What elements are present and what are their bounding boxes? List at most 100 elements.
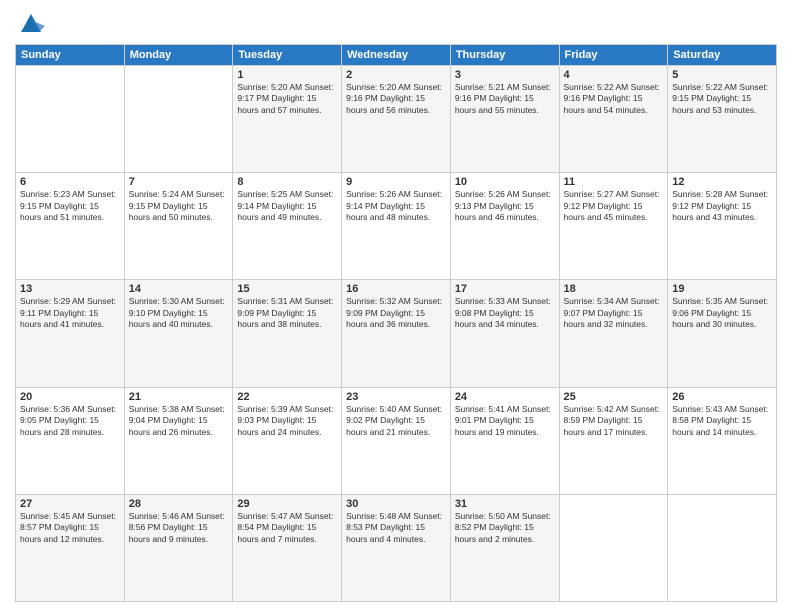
day-number: 22	[237, 391, 337, 403]
day-info: Sunrise: 5:33 AM Sunset: 9:08 PM Dayligh…	[455, 296, 555, 330]
weekday-header-tuesday: Tuesday	[233, 45, 342, 66]
day-cell: 29Sunrise: 5:47 AM Sunset: 8:54 PM Dayli…	[233, 494, 342, 601]
day-number: 12	[672, 176, 772, 188]
day-cell: 4Sunrise: 5:22 AM Sunset: 9:16 PM Daylig…	[559, 66, 668, 173]
day-info: Sunrise: 5:42 AM Sunset: 8:59 PM Dayligh…	[564, 404, 664, 438]
week-row-3: 13Sunrise: 5:29 AM Sunset: 9:11 PM Dayli…	[16, 280, 777, 387]
day-number: 11	[564, 176, 664, 188]
weekday-header-thursday: Thursday	[450, 45, 559, 66]
day-cell: 19Sunrise: 5:35 AM Sunset: 9:06 PM Dayli…	[668, 280, 777, 387]
day-number: 8	[237, 176, 337, 188]
day-number: 21	[129, 391, 229, 403]
day-cell: 30Sunrise: 5:48 AM Sunset: 8:53 PM Dayli…	[342, 494, 451, 601]
day-cell: 15Sunrise: 5:31 AM Sunset: 9:09 PM Dayli…	[233, 280, 342, 387]
day-number: 31	[455, 498, 555, 510]
day-cell: 6Sunrise: 5:23 AM Sunset: 9:15 PM Daylig…	[16, 173, 125, 280]
day-number: 24	[455, 391, 555, 403]
day-number: 14	[129, 283, 229, 295]
day-info: Sunrise: 5:25 AM Sunset: 9:14 PM Dayligh…	[237, 189, 337, 223]
day-cell: 12Sunrise: 5:28 AM Sunset: 9:12 PM Dayli…	[668, 173, 777, 280]
day-cell	[668, 494, 777, 601]
day-number: 1	[237, 69, 337, 81]
day-info: Sunrise: 5:26 AM Sunset: 9:14 PM Dayligh…	[346, 189, 446, 223]
day-info: Sunrise: 5:40 AM Sunset: 9:02 PM Dayligh…	[346, 404, 446, 438]
day-cell	[124, 66, 233, 173]
day-number: 28	[129, 498, 229, 510]
day-info: Sunrise: 5:46 AM Sunset: 8:56 PM Dayligh…	[129, 511, 229, 545]
day-number: 5	[672, 69, 772, 81]
day-info: Sunrise: 5:31 AM Sunset: 9:09 PM Dayligh…	[237, 296, 337, 330]
day-number: 19	[672, 283, 772, 295]
week-row-5: 27Sunrise: 5:45 AM Sunset: 8:57 PM Dayli…	[16, 494, 777, 601]
day-cell: 5Sunrise: 5:22 AM Sunset: 9:15 PM Daylig…	[668, 66, 777, 173]
weekday-header-sunday: Sunday	[16, 45, 125, 66]
day-number: 16	[346, 283, 446, 295]
day-info: Sunrise: 5:48 AM Sunset: 8:53 PM Dayligh…	[346, 511, 446, 545]
day-number: 17	[455, 283, 555, 295]
day-cell: 2Sunrise: 5:20 AM Sunset: 9:16 PM Daylig…	[342, 66, 451, 173]
weekday-header-wednesday: Wednesday	[342, 45, 451, 66]
day-cell	[559, 494, 668, 601]
day-info: Sunrise: 5:41 AM Sunset: 9:01 PM Dayligh…	[455, 404, 555, 438]
day-info: Sunrise: 5:30 AM Sunset: 9:10 PM Dayligh…	[129, 296, 229, 330]
day-cell: 23Sunrise: 5:40 AM Sunset: 9:02 PM Dayli…	[342, 387, 451, 494]
day-number: 29	[237, 498, 337, 510]
day-info: Sunrise: 5:20 AM Sunset: 9:17 PM Dayligh…	[237, 82, 337, 116]
logo	[15, 14, 45, 38]
day-info: Sunrise: 5:39 AM Sunset: 9:03 PM Dayligh…	[237, 404, 337, 438]
day-info: Sunrise: 5:35 AM Sunset: 9:06 PM Dayligh…	[672, 296, 772, 330]
day-number: 13	[20, 283, 120, 295]
day-number: 25	[564, 391, 664, 403]
day-cell: 25Sunrise: 5:42 AM Sunset: 8:59 PM Dayli…	[559, 387, 668, 494]
logo-icon	[17, 10, 45, 38]
day-cell: 7Sunrise: 5:24 AM Sunset: 9:15 PM Daylig…	[124, 173, 233, 280]
day-number: 9	[346, 176, 446, 188]
day-info: Sunrise: 5:28 AM Sunset: 9:12 PM Dayligh…	[672, 189, 772, 223]
day-info: Sunrise: 5:20 AM Sunset: 9:16 PM Dayligh…	[346, 82, 446, 116]
day-cell: 17Sunrise: 5:33 AM Sunset: 9:08 PM Dayli…	[450, 280, 559, 387]
day-number: 6	[20, 176, 120, 188]
day-cell: 1Sunrise: 5:20 AM Sunset: 9:17 PM Daylig…	[233, 66, 342, 173]
day-number: 23	[346, 391, 446, 403]
day-info: Sunrise: 5:26 AM Sunset: 9:13 PM Dayligh…	[455, 189, 555, 223]
weekday-header-friday: Friday	[559, 45, 668, 66]
day-cell: 27Sunrise: 5:45 AM Sunset: 8:57 PM Dayli…	[16, 494, 125, 601]
day-info: Sunrise: 5:38 AM Sunset: 9:04 PM Dayligh…	[129, 404, 229, 438]
day-cell: 9Sunrise: 5:26 AM Sunset: 9:14 PM Daylig…	[342, 173, 451, 280]
day-number: 4	[564, 69, 664, 81]
week-row-4: 20Sunrise: 5:36 AM Sunset: 9:05 PM Dayli…	[16, 387, 777, 494]
day-cell: 13Sunrise: 5:29 AM Sunset: 9:11 PM Dayli…	[16, 280, 125, 387]
page: SundayMondayTuesdayWednesdayThursdayFrid…	[0, 0, 792, 612]
weekday-header-monday: Monday	[124, 45, 233, 66]
day-number: 15	[237, 283, 337, 295]
week-row-1: 1Sunrise: 5:20 AM Sunset: 9:17 PM Daylig…	[16, 66, 777, 173]
calendar: SundayMondayTuesdayWednesdayThursdayFrid…	[15, 44, 777, 602]
week-row-2: 6Sunrise: 5:23 AM Sunset: 9:15 PM Daylig…	[16, 173, 777, 280]
day-number: 2	[346, 69, 446, 81]
day-cell: 16Sunrise: 5:32 AM Sunset: 9:09 PM Dayli…	[342, 280, 451, 387]
day-cell: 10Sunrise: 5:26 AM Sunset: 9:13 PM Dayli…	[450, 173, 559, 280]
day-info: Sunrise: 5:21 AM Sunset: 9:16 PM Dayligh…	[455, 82, 555, 116]
day-info: Sunrise: 5:23 AM Sunset: 9:15 PM Dayligh…	[20, 189, 120, 223]
day-cell: 11Sunrise: 5:27 AM Sunset: 9:12 PM Dayli…	[559, 173, 668, 280]
day-cell: 28Sunrise: 5:46 AM Sunset: 8:56 PM Dayli…	[124, 494, 233, 601]
day-number: 3	[455, 69, 555, 81]
day-cell: 26Sunrise: 5:43 AM Sunset: 8:58 PM Dayli…	[668, 387, 777, 494]
day-info: Sunrise: 5:45 AM Sunset: 8:57 PM Dayligh…	[20, 511, 120, 545]
day-number: 20	[20, 391, 120, 403]
day-number: 10	[455, 176, 555, 188]
day-info: Sunrise: 5:47 AM Sunset: 8:54 PM Dayligh…	[237, 511, 337, 545]
day-cell: 24Sunrise: 5:41 AM Sunset: 9:01 PM Dayli…	[450, 387, 559, 494]
day-cell: 14Sunrise: 5:30 AM Sunset: 9:10 PM Dayli…	[124, 280, 233, 387]
day-info: Sunrise: 5:24 AM Sunset: 9:15 PM Dayligh…	[129, 189, 229, 223]
day-info: Sunrise: 5:32 AM Sunset: 9:09 PM Dayligh…	[346, 296, 446, 330]
day-info: Sunrise: 5:43 AM Sunset: 8:58 PM Dayligh…	[672, 404, 772, 438]
day-info: Sunrise: 5:34 AM Sunset: 9:07 PM Dayligh…	[564, 296, 664, 330]
day-cell: 21Sunrise: 5:38 AM Sunset: 9:04 PM Dayli…	[124, 387, 233, 494]
day-cell: 8Sunrise: 5:25 AM Sunset: 9:14 PM Daylig…	[233, 173, 342, 280]
weekday-header-row: SundayMondayTuesdayWednesdayThursdayFrid…	[16, 45, 777, 66]
day-number: 27	[20, 498, 120, 510]
day-cell: 3Sunrise: 5:21 AM Sunset: 9:16 PM Daylig…	[450, 66, 559, 173]
day-cell	[16, 66, 125, 173]
day-info: Sunrise: 5:29 AM Sunset: 9:11 PM Dayligh…	[20, 296, 120, 330]
